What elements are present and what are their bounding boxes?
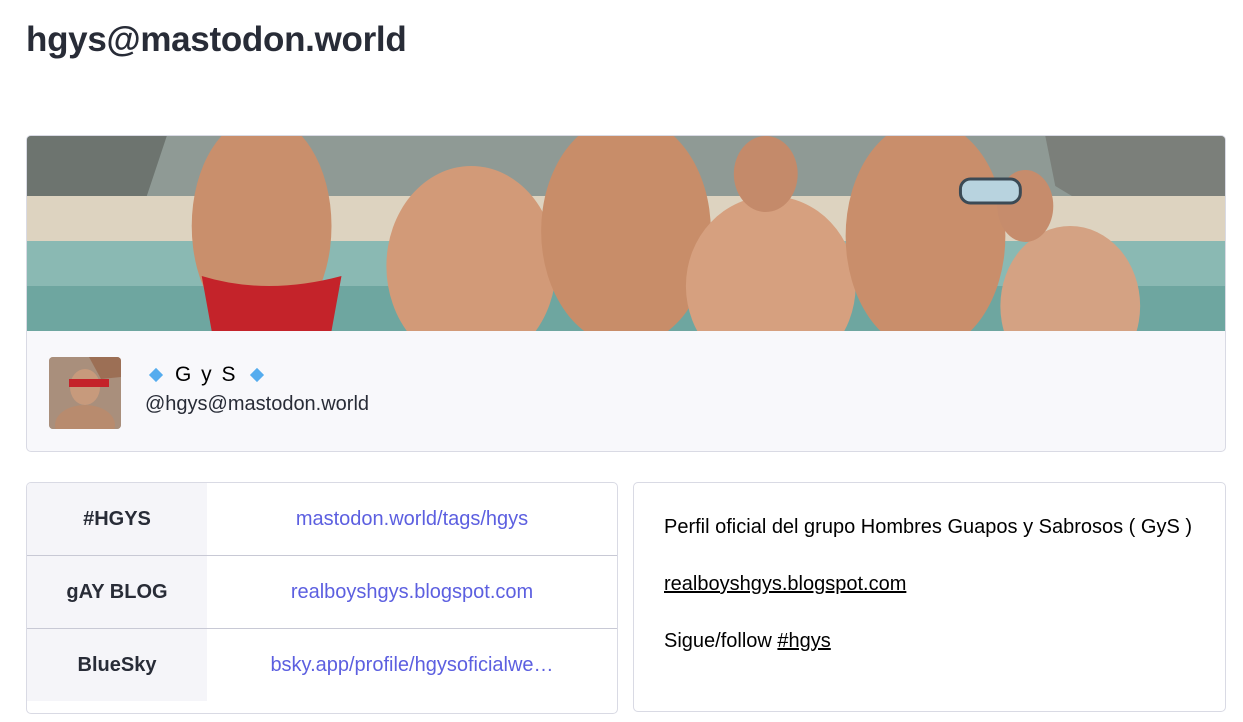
page-title: hgys@mastodon.world bbox=[26, 20, 407, 59]
field-value-text[interactable]: realboyshgys.blogspot.com bbox=[291, 581, 533, 604]
header-photo bbox=[27, 136, 1225, 331]
display-name-text: G y S bbox=[175, 363, 238, 386]
field-value-link[interactable]: realboyshgys.blogspot.com bbox=[207, 556, 617, 628]
field-name: BlueSky bbox=[27, 629, 207, 701]
field-value-link[interactable]: mastodon.world/tags/hgys bbox=[207, 483, 617, 555]
avatar-image bbox=[49, 357, 121, 429]
field-row: BlueSky bsky.app/profile/hgysoficialwe… bbox=[27, 629, 617, 701]
field-value-text[interactable]: mastodon.world/tags/hgys bbox=[296, 508, 528, 531]
field-row: gAY BLOG realboyshgys.blogspot.com bbox=[27, 556, 617, 629]
field-value-text[interactable]: bsky.app/profile/hgysoficialwe… bbox=[270, 654, 553, 677]
account-handle: @hgys@mastodon.world bbox=[145, 393, 370, 415]
bio-link[interactable]: realboyshgys.blogspot.com bbox=[664, 573, 906, 595]
profile-info: G y S @hgys@mastodon.world bbox=[27, 331, 1225, 451]
profile-header-image bbox=[27, 136, 1225, 331]
field-name: #HGYS bbox=[27, 483, 207, 555]
diamond-icon bbox=[148, 367, 164, 383]
profile-card: G y S @hgys@mastodon.world bbox=[26, 135, 1226, 452]
field-value-link[interactable]: bsky.app/profile/hgysoficialwe… bbox=[207, 629, 617, 701]
profile-fields: #HGYS mastodon.world/tags/hgys gAY BLOG … bbox=[26, 482, 618, 714]
display-name: G y S bbox=[148, 363, 264, 387]
field-name: gAY BLOG bbox=[27, 556, 207, 628]
bio-follow-text: Sigue/follow bbox=[664, 630, 778, 652]
diamond-icon bbox=[249, 367, 264, 383]
bio-text: Perfil oficial del grupo Hombres Guapos … bbox=[664, 516, 1192, 538]
field-row: #HGYS mastodon.world/tags/hgys bbox=[27, 483, 617, 556]
hashtag-link[interactable]: #hgys bbox=[777, 630, 830, 652]
avatar[interactable] bbox=[49, 357, 121, 429]
profile-bio: Perfil oficial del grupo Hombres Guapos … bbox=[633, 482, 1226, 712]
